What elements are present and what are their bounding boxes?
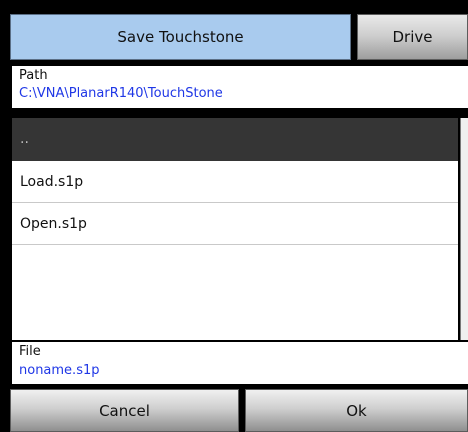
list-item-load-file[interactable]: Load.s1p [12,161,458,203]
save-touchstone-dialog: Save Touchstone Drive Path C:\VNA\Planar… [0,0,468,432]
cancel-button[interactable]: Cancel [10,389,239,432]
dialog-title: Save Touchstone [117,28,244,46]
drive-button[interactable]: Drive [357,14,468,60]
path-label: Path [19,68,48,83]
path-field[interactable]: Path C:\VNA\PlanarR140\TouchStone [12,66,468,108]
ok-button-label: Ok [346,401,367,420]
file-list-scrollbar[interactable] [460,118,468,340]
path-value[interactable]: C:\VNA\PlanarR140\TouchStone [19,86,223,101]
list-item-label: Open.s1p [20,215,87,232]
file-label: File [19,344,41,359]
cancel-button-label: Cancel [99,401,150,420]
file-list[interactable]: .. Load.s1p Open.s1p [12,118,458,340]
file-name-value[interactable]: noname.s1p [19,363,100,378]
list-item-parent-directory[interactable]: .. [12,118,458,161]
drive-button-label: Drive [392,28,433,46]
file-name-field[interactable]: File noname.s1p [12,342,468,384]
list-item-open-file[interactable]: Open.s1p [12,203,458,245]
ok-button[interactable]: Ok [245,389,468,432]
dialog-title-button[interactable]: Save Touchstone [10,14,351,60]
list-item-label: .. [20,131,29,147]
list-item-label: Load.s1p [20,173,84,190]
